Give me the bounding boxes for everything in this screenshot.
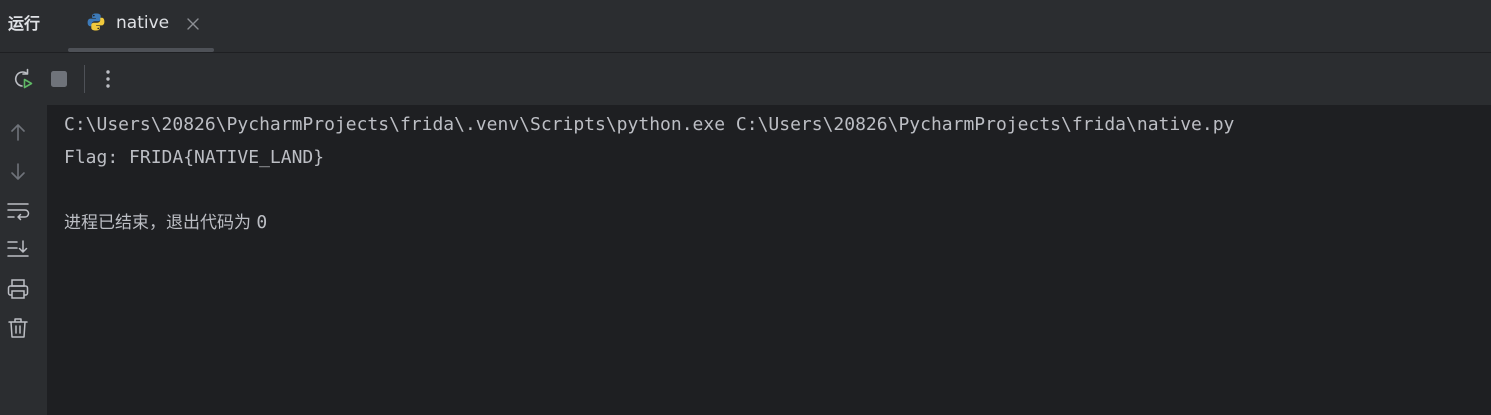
panel-title: 运行	[8, 14, 41, 33]
rerun-icon[interactable]	[10, 67, 34, 91]
python-icon	[86, 12, 106, 32]
console-exit-line: 进程已结束，退出代码为 0	[64, 211, 267, 235]
console-gutter	[0, 106, 46, 415]
tab-active-indicator	[68, 48, 214, 52]
stop-icon[interactable]	[47, 67, 71, 91]
console-command-line: C:\Users\20826\PycharmProjects\frida\.ve…	[64, 114, 1235, 135]
exit-code: 0	[256, 212, 268, 233]
arrow-down-icon[interactable]	[6, 160, 30, 184]
close-icon[interactable]	[186, 16, 200, 30]
run-tool-window: 运行 native C:\Users\20826\PycharmProjects…	[0, 0, 1491, 415]
run-header: 运行 native	[0, 0, 1491, 53]
exit-message: 进程已结束，退出代码为	[64, 213, 257, 233]
arrow-up-icon[interactable]	[6, 120, 30, 144]
tab-label: native	[116, 13, 170, 33]
console-output[interactable]: C:\Users\20826\PycharmProjects\frida\.ve…	[47, 105, 1491, 415]
run-toolbar	[0, 53, 1491, 105]
console-flag-output: Flag: FRIDA{NATIVE_LAND}	[64, 147, 325, 168]
print-icon[interactable]	[6, 277, 30, 301]
scroll-to-end-icon[interactable]	[6, 237, 30, 261]
more-options-icon[interactable]	[96, 67, 120, 91]
tab-native[interactable]: native	[68, 0, 214, 52]
toolbar-separator	[84, 65, 85, 93]
trash-icon[interactable]	[6, 316, 30, 340]
soft-wrap-icon[interactable]	[6, 199, 30, 223]
